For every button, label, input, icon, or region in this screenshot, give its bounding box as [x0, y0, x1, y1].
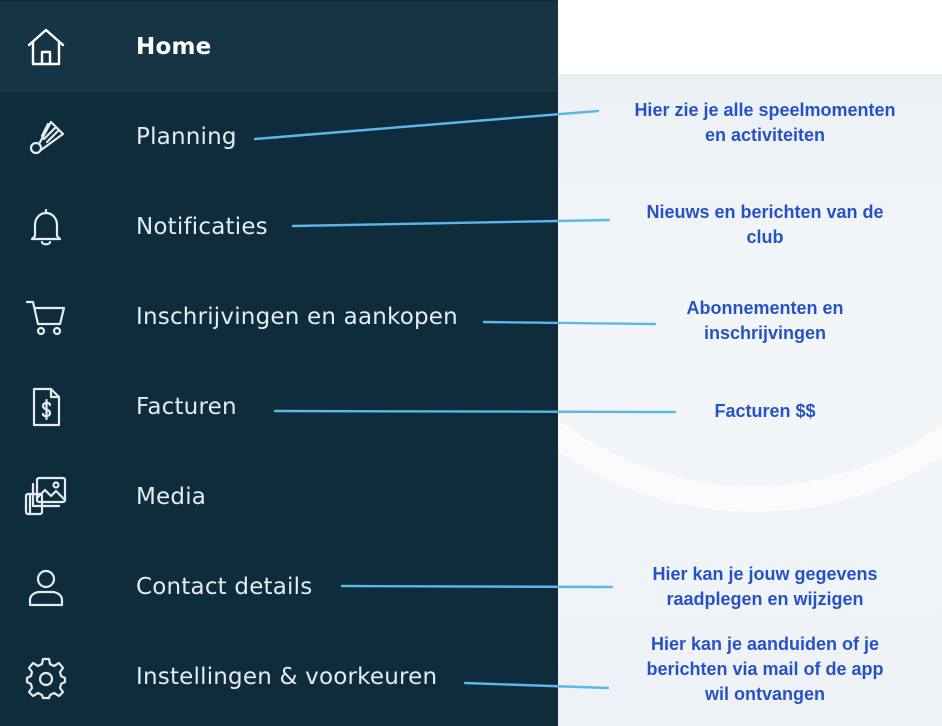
media-gallery-icon [20, 471, 72, 523]
sidebar-item-home[interactable]: Home [0, 2, 558, 92]
sidebar-item-contact-details[interactable]: Contact details [0, 542, 558, 632]
sidebar-item-label: Media [136, 484, 207, 510]
sidebar-nav: Home Planning Notificaties Inschrijvinge… [0, 0, 558, 726]
annotation-text-line: Hier kan je aanduiden of je [650, 634, 880, 654]
annotation-text-line: Hier zie je alle speelmomenten [634, 100, 896, 120]
sidebar-item-label: Facturen [136, 394, 237, 420]
sidebar-item-inschrijvingen[interactable]: Inschrijvingen en aankopen [0, 272, 558, 362]
sidebar-item-media[interactable]: Media [0, 452, 558, 542]
annotation-instellingen: Hier kan je aanduiden of je berichten vi… [597, 632, 933, 707]
annotation-inschrijvingen: Abonnementen en inschrijvingen [597, 296, 933, 346]
sidebar-item-label: Inschrijvingen en aankopen [136, 304, 458, 330]
home-icon [20, 21, 72, 73]
sidebar-item-planning[interactable]: Planning [0, 92, 558, 182]
user-icon [20, 561, 72, 613]
annotation-planning: Hier zie je alle speelmomenten en activi… [597, 98, 933, 148]
annotation-text-line: Nieuws en berichten van de [646, 202, 884, 222]
annotation-facturen: Facturen $$ [597, 399, 933, 424]
annotation-text-line: raadplegen en wijzigen [666, 589, 864, 609]
sidebar-item-notificaties[interactable]: Notificaties [0, 182, 558, 272]
sidebar-item-label: Contact details [136, 574, 313, 600]
sidebar-item-label: Notificaties [136, 214, 268, 240]
gear-icon [20, 651, 72, 703]
shuttlecock-icon [20, 111, 72, 163]
annotation-text-line: inschrijvingen [703, 323, 827, 343]
annotation-text-line: Abonnementen en [686, 298, 844, 318]
sidebar-item-label: Planning [136, 124, 237, 150]
annotation-notificaties: Nieuws en berichten van de club [597, 200, 933, 250]
annotation-text-line: Hier kan je jouw gegevens [652, 564, 878, 584]
bell-icon [20, 201, 72, 253]
annotation-text-line: club [746, 227, 784, 247]
annotation-text-line: en activiteiten [704, 125, 826, 145]
annotation-text-line: wil ontvangen [704, 684, 825, 704]
cart-icon [20, 291, 72, 343]
background-arc [558, 0, 942, 512]
sidebar-item-label: Instellingen & voorkeuren [136, 664, 438, 690]
annotation-text-line: Facturen $$ [714, 401, 816, 421]
sidebar-item-label: Home [136, 34, 212, 60]
sidebar-item-facturen[interactable]: Facturen [0, 362, 558, 452]
annotation-contact: Hier kan je jouw gegevens raadplegen en … [597, 562, 933, 612]
sidebar-item-instellingen[interactable]: Instellingen & voorkeuren [0, 632, 558, 722]
invoice-icon [20, 381, 72, 433]
annotation-text-line: berichten via mail of de app [646, 659, 884, 679]
